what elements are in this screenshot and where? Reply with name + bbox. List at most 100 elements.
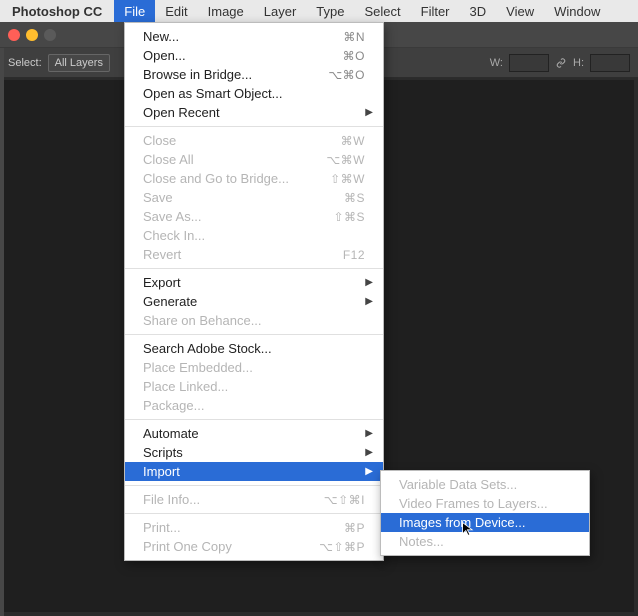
menu-shortcut: ⌘N: [343, 30, 365, 44]
submenu-item-label: Images from Device...: [399, 515, 571, 530]
menu-item-label: Revert: [143, 247, 343, 262]
minimize-window-button[interactable]: [26, 29, 38, 41]
menu-separator: [125, 334, 383, 335]
menu-separator: [125, 419, 383, 420]
menu-view[interactable]: View: [496, 0, 544, 22]
menu-item-label: Open Recent: [143, 105, 365, 120]
menu-shortcut: ⇧⌘W: [330, 172, 365, 186]
width-label: W:: [490, 57, 503, 69]
menu-select[interactable]: Select: [354, 0, 410, 22]
menu-shortcut: ⌘W: [341, 134, 365, 148]
menu-item-new[interactable]: New...⌘N: [125, 27, 383, 46]
menu-separator: [125, 126, 383, 127]
submenu-item-label: Notes...: [399, 534, 571, 549]
menu-item-open[interactable]: Open...⌘O: [125, 46, 383, 65]
menu-shortcut: F12: [343, 248, 365, 262]
menu-shortcut: ⌥⌘O: [328, 68, 365, 82]
menu-separator: [125, 268, 383, 269]
menu-shortcut: ⇧⌘S: [333, 210, 365, 224]
menu-item-label: Import: [143, 464, 365, 479]
menu-item-label: Browse in Bridge...: [143, 67, 328, 82]
menu-item-place-linked: Place Linked...: [125, 377, 383, 396]
menu-shortcut: ⌘P: [344, 521, 365, 535]
select-layers-dropdown[interactable]: All Layers: [48, 54, 110, 72]
submenu-item-notes: Notes...: [381, 532, 589, 551]
submenu-arrow-icon: ▶: [365, 428, 373, 439]
menu-item-label: Place Linked...: [143, 379, 365, 394]
menu-shortcut: ⌥⇧⌘I: [324, 493, 365, 507]
menu-item-import[interactable]: Import▶: [125, 462, 383, 481]
menu-item-open-recent[interactable]: Open Recent▶: [125, 103, 383, 122]
menu-item-place-embedded: Place Embedded...: [125, 358, 383, 377]
menu-item-export[interactable]: Export▶: [125, 273, 383, 292]
menu-item-label: Generate: [143, 294, 365, 309]
menu-item-label: Open as Smart Object...: [143, 86, 365, 101]
submenu-arrow-icon: ▶: [365, 296, 373, 307]
menu-image[interactable]: Image: [198, 0, 254, 22]
menu-item-save: Save⌘S: [125, 188, 383, 207]
menu-item-close-and-go-to-bridge: Close and Go to Bridge...⇧⌘W: [125, 169, 383, 188]
menu-separator: [125, 485, 383, 486]
menu-item-print-one-copy: Print One Copy⌥⇧⌘P: [125, 537, 383, 556]
menu-item-label: Place Embedded...: [143, 360, 365, 375]
menu-separator: [125, 513, 383, 514]
menu-item-label: Scripts: [143, 445, 365, 460]
menu-item-scripts[interactable]: Scripts▶: [125, 443, 383, 462]
submenu-arrow-icon: ▶: [365, 447, 373, 458]
width-field[interactable]: [509, 54, 549, 72]
menu-item-label: Close All: [143, 152, 326, 167]
menu-item-label: Package...: [143, 398, 365, 413]
menu-shortcut: ⌘O: [343, 49, 365, 63]
submenu-item-images-from-device[interactable]: Images from Device...: [381, 513, 589, 532]
menu-item-label: Check In...: [143, 228, 365, 243]
menu-shortcut: ⌥⇧⌘P: [319, 540, 365, 554]
menu-item-share-on-behance: Share on Behance...: [125, 311, 383, 330]
menu-item-file-info: File Info...⌥⇧⌘I: [125, 490, 383, 509]
submenu-arrow-icon: ▶: [365, 107, 373, 118]
menu-item-label: Share on Behance...: [143, 313, 365, 328]
submenu-item-label: Variable Data Sets...: [399, 477, 571, 492]
menu-item-label: Search Adobe Stock...: [143, 341, 365, 356]
menu-item-browse-in-bridge[interactable]: Browse in Bridge...⌥⌘O: [125, 65, 383, 84]
menu-item-check-in: Check In...: [125, 226, 383, 245]
menu-item-label: Save As...: [143, 209, 333, 224]
height-label: H:: [573, 57, 584, 69]
menu-item-label: Close and Go to Bridge...: [143, 171, 330, 186]
menu-item-search-adobe-stock[interactable]: Search Adobe Stock...: [125, 339, 383, 358]
menu-item-close: Close⌘W: [125, 131, 383, 150]
menu-edit[interactable]: Edit: [155, 0, 197, 22]
menu-filter[interactable]: Filter: [411, 0, 460, 22]
menu-item-generate[interactable]: Generate▶: [125, 292, 383, 311]
submenu-item-label: Video Frames to Layers...: [399, 496, 571, 511]
submenu-item-variable-data-sets: Variable Data Sets...: [381, 475, 589, 494]
menu-item-label: Print One Copy: [143, 539, 319, 554]
menu-window[interactable]: Window: [544, 0, 610, 22]
menu-layer[interactable]: Layer: [254, 0, 307, 22]
menu-item-label: Save: [143, 190, 344, 205]
menu-item-automate[interactable]: Automate▶: [125, 424, 383, 443]
menu-shortcut: ⌘S: [344, 191, 365, 205]
menu-item-label: File Info...: [143, 492, 324, 507]
menu-item-close-all: Close All⌥⌘W: [125, 150, 383, 169]
import-submenu: Variable Data Sets... Video Frames to Lay…: [380, 470, 590, 556]
select-label: Select:: [8, 57, 42, 69]
menu-item-open-as-smart-object[interactable]: Open as Smart Object...: [125, 84, 383, 103]
file-menu-dropdown: New...⌘NOpen...⌘OBrowse in Bridge...⌥⌘OO…: [124, 22, 384, 561]
menu-type[interactable]: Type: [306, 0, 354, 22]
menu-item-label: Automate: [143, 426, 365, 441]
height-field[interactable]: [590, 54, 630, 72]
submenu-arrow-icon: ▶: [365, 277, 373, 288]
menu-shortcut: ⌥⌘W: [326, 153, 365, 167]
menu-item-revert: RevertF12: [125, 245, 383, 264]
menu-item-label: Close: [143, 133, 341, 148]
menu-item-label: New...: [143, 29, 343, 44]
menu-item-print: Print...⌘P: [125, 518, 383, 537]
link-icon[interactable]: [555, 58, 567, 68]
close-window-button[interactable]: [8, 29, 20, 41]
submenu-item-video-frames-to-layers: Video Frames to Layers...: [381, 494, 589, 513]
menu-item-label: Open...: [143, 48, 343, 63]
menu-3d[interactable]: 3D: [460, 0, 497, 22]
zoom-window-button[interactable]: [44, 29, 56, 41]
menubar: Photoshop CC FileEditImageLayerTypeSelec…: [0, 0, 638, 22]
menu-file[interactable]: File: [114, 0, 155, 22]
